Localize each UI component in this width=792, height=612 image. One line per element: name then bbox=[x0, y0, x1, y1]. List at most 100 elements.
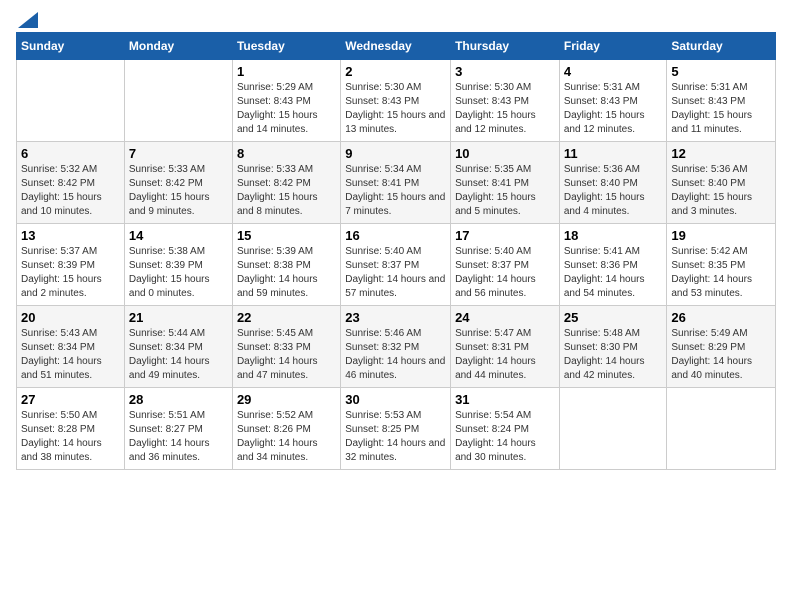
day-detail: Sunrise: 5:44 AMSunset: 8:34 PMDaylight:… bbox=[129, 327, 228, 383]
day-number: 1 bbox=[237, 64, 336, 79]
day-detail: Sunrise: 5:47 AMSunset: 8:31 PMDaylight:… bbox=[455, 327, 555, 383]
day-detail: Sunrise: 5:33 AMSunset: 8:42 PMDaylight:… bbox=[129, 163, 228, 219]
day-cell: 11 Sunrise: 5:36 AMSunset: 8:40 PMDayligh… bbox=[559, 142, 667, 224]
day-detail: Sunrise: 5:31 AMSunset: 8:43 PMDaylight:… bbox=[564, 81, 663, 137]
day-number: 18 bbox=[564, 228, 663, 243]
logo-icon bbox=[18, 12, 38, 28]
day-detail: Sunrise: 5:30 AMSunset: 8:43 PMDaylight:… bbox=[455, 81, 555, 137]
week-row-4: 20Sunrise: 5:43 AMSunset: 8:34 PMDayligh… bbox=[17, 306, 776, 388]
day-number: 19 bbox=[671, 228, 771, 243]
day-number: 29 bbox=[237, 392, 336, 407]
day-detail: Sunrise: 5:42 AMSunset: 8:35 PMDaylight:… bbox=[671, 245, 771, 301]
day-cell: 29 Sunrise: 5:52 AMSunset: 8:26 PMDayligh… bbox=[232, 388, 340, 470]
logo bbox=[16, 16, 38, 24]
header-saturday: Saturday bbox=[667, 33, 776, 60]
day-detail: Sunrise: 5:48 AMSunset: 8:30 PMDaylight:… bbox=[564, 327, 663, 383]
day-number: 24 bbox=[455, 310, 555, 325]
day-cell: 4 Sunrise: 5:31 AMSunset: 8:43 PMDaylight… bbox=[559, 60, 667, 142]
day-number: 4 bbox=[564, 64, 663, 79]
day-number: 10 bbox=[455, 146, 555, 161]
day-cell: 23 Sunrise: 5:46 AMSunset: 8:32 PMDayligh… bbox=[341, 306, 451, 388]
header-sunday: Sunday bbox=[17, 33, 125, 60]
day-number: 28 bbox=[129, 392, 228, 407]
day-number: 21 bbox=[129, 310, 228, 325]
day-number: 31 bbox=[455, 392, 555, 407]
header bbox=[16, 16, 776, 24]
day-number: 6 bbox=[21, 146, 120, 161]
day-detail: Sunrise: 5:46 AMSunset: 8:32 PMDaylight:… bbox=[345, 327, 446, 383]
day-detail: Sunrise: 5:40 AMSunset: 8:37 PMDaylight:… bbox=[455, 245, 555, 301]
day-cell: 27 Sunrise: 5:50 AMSunset: 8:28 PMDayligh… bbox=[17, 388, 125, 470]
day-cell: 13 Sunrise: 5:37 AMSunset: 8:39 PMDayligh… bbox=[17, 224, 125, 306]
day-number: 3 bbox=[455, 64, 555, 79]
header-wednesday: Wednesday bbox=[341, 33, 451, 60]
day-detail: Sunrise: 5:43 AMSunset: 8:34 PMDaylight:… bbox=[21, 327, 120, 383]
day-cell bbox=[559, 388, 667, 470]
day-number: 16 bbox=[345, 228, 446, 243]
day-detail: Sunrise: 5:52 AMSunset: 8:26 PMDaylight:… bbox=[237, 409, 336, 465]
header-tuesday: Tuesday bbox=[232, 33, 340, 60]
day-cell bbox=[17, 60, 125, 142]
calendar-table: SundayMondayTuesdayWednesdayThursdayFrid… bbox=[16, 32, 776, 470]
day-cell: 26 Sunrise: 5:49 AMSunset: 8:29 PMDayligh… bbox=[667, 306, 776, 388]
day-number: 27 bbox=[21, 392, 120, 407]
day-number: 5 bbox=[671, 64, 771, 79]
header-friday: Friday bbox=[559, 33, 667, 60]
day-number: 26 bbox=[671, 310, 771, 325]
day-cell: 30 Sunrise: 5:53 AMSunset: 8:25 PMDayligh… bbox=[341, 388, 451, 470]
day-detail: Sunrise: 5:50 AMSunset: 8:28 PMDaylight:… bbox=[21, 409, 120, 465]
day-cell: 10 Sunrise: 5:35 AMSunset: 8:41 PMDayligh… bbox=[451, 142, 560, 224]
day-detail: Sunrise: 5:34 AMSunset: 8:41 PMDaylight:… bbox=[345, 163, 446, 219]
day-cell: 14 Sunrise: 5:38 AMSunset: 8:39 PMDayligh… bbox=[124, 224, 232, 306]
day-cell: 16 Sunrise: 5:40 AMSunset: 8:37 PMDayligh… bbox=[341, 224, 451, 306]
day-number: 9 bbox=[345, 146, 446, 161]
day-detail: Sunrise: 5:37 AMSunset: 8:39 PMDaylight:… bbox=[21, 245, 120, 301]
day-cell: 18 Sunrise: 5:41 AMSunset: 8:36 PMDayligh… bbox=[559, 224, 667, 306]
day-detail: Sunrise: 5:31 AMSunset: 8:43 PMDaylight:… bbox=[671, 81, 771, 137]
day-detail: Sunrise: 5:38 AMSunset: 8:39 PMDaylight:… bbox=[129, 245, 228, 301]
day-detail: Sunrise: 5:41 AMSunset: 8:36 PMDaylight:… bbox=[564, 245, 663, 301]
day-detail: Sunrise: 5:35 AMSunset: 8:41 PMDaylight:… bbox=[455, 163, 555, 219]
day-detail: Sunrise: 5:36 AMSunset: 8:40 PMDaylight:… bbox=[564, 163, 663, 219]
day-cell: 20Sunrise: 5:43 AMSunset: 8:34 PMDayligh… bbox=[17, 306, 125, 388]
day-detail: Sunrise: 5:49 AMSunset: 8:29 PMDaylight:… bbox=[671, 327, 771, 383]
day-cell: 8Sunrise: 5:33 AMSunset: 8:42 PMDaylight… bbox=[232, 142, 340, 224]
day-number: 12 bbox=[671, 146, 771, 161]
day-cell bbox=[667, 388, 776, 470]
day-number: 13 bbox=[21, 228, 120, 243]
day-cell bbox=[124, 60, 232, 142]
day-cell: 1 Sunrise: 5:29 AMSunset: 8:43 PMDaylight… bbox=[232, 60, 340, 142]
header-thursday: Thursday bbox=[451, 33, 560, 60]
day-cell: 5 Sunrise: 5:31 AMSunset: 8:43 PMDaylight… bbox=[667, 60, 776, 142]
day-cell: 28Sunrise: 5:51 AMSunset: 8:27 PMDayligh… bbox=[124, 388, 232, 470]
day-cell: 2 Sunrise: 5:30 AMSunset: 8:43 PMDaylight… bbox=[341, 60, 451, 142]
day-cell: 31 Sunrise: 5:54 AMSunset: 8:24 PMDayligh… bbox=[451, 388, 560, 470]
day-detail: Sunrise: 5:39 AMSunset: 8:38 PMDaylight:… bbox=[237, 245, 336, 301]
day-cell: 24 Sunrise: 5:47 AMSunset: 8:31 PMDayligh… bbox=[451, 306, 560, 388]
day-number: 7 bbox=[129, 146, 228, 161]
day-cell: 15 Sunrise: 5:39 AMSunset: 8:38 PMDayligh… bbox=[232, 224, 340, 306]
week-row-1: 1 Sunrise: 5:29 AMSunset: 8:43 PMDaylight… bbox=[17, 60, 776, 142]
day-detail: Sunrise: 5:45 AMSunset: 8:33 PMDaylight:… bbox=[237, 327, 336, 383]
day-number: 15 bbox=[237, 228, 336, 243]
day-number: 30 bbox=[345, 392, 446, 407]
day-cell: 17 Sunrise: 5:40 AMSunset: 8:37 PMDayligh… bbox=[451, 224, 560, 306]
day-number: 23 bbox=[345, 310, 446, 325]
day-detail: Sunrise: 5:40 AMSunset: 8:37 PMDaylight:… bbox=[345, 245, 446, 301]
day-cell: 25 Sunrise: 5:48 AMSunset: 8:30 PMDayligh… bbox=[559, 306, 667, 388]
day-detail: Sunrise: 5:53 AMSunset: 8:25 PMDaylight:… bbox=[345, 409, 446, 465]
day-number: 17 bbox=[455, 228, 555, 243]
header-row: SundayMondayTuesdayWednesdayThursdayFrid… bbox=[17, 33, 776, 60]
week-row-5: 27 Sunrise: 5:50 AMSunset: 8:28 PMDayligh… bbox=[17, 388, 776, 470]
day-cell: 22 Sunrise: 5:45 AMSunset: 8:33 PMDayligh… bbox=[232, 306, 340, 388]
day-number: 22 bbox=[237, 310, 336, 325]
day-detail: Sunrise: 5:29 AMSunset: 8:43 PMDaylight:… bbox=[237, 81, 336, 137]
day-number: 2 bbox=[345, 64, 446, 79]
day-number: 25 bbox=[564, 310, 663, 325]
header-monday: Monday bbox=[124, 33, 232, 60]
day-number: 14 bbox=[129, 228, 228, 243]
day-cell: 9 Sunrise: 5:34 AMSunset: 8:41 PMDaylight… bbox=[341, 142, 451, 224]
day-detail: Sunrise: 5:54 AMSunset: 8:24 PMDaylight:… bbox=[455, 409, 555, 465]
day-detail: Sunrise: 5:30 AMSunset: 8:43 PMDaylight:… bbox=[345, 81, 446, 137]
day-number: 11 bbox=[564, 146, 663, 161]
